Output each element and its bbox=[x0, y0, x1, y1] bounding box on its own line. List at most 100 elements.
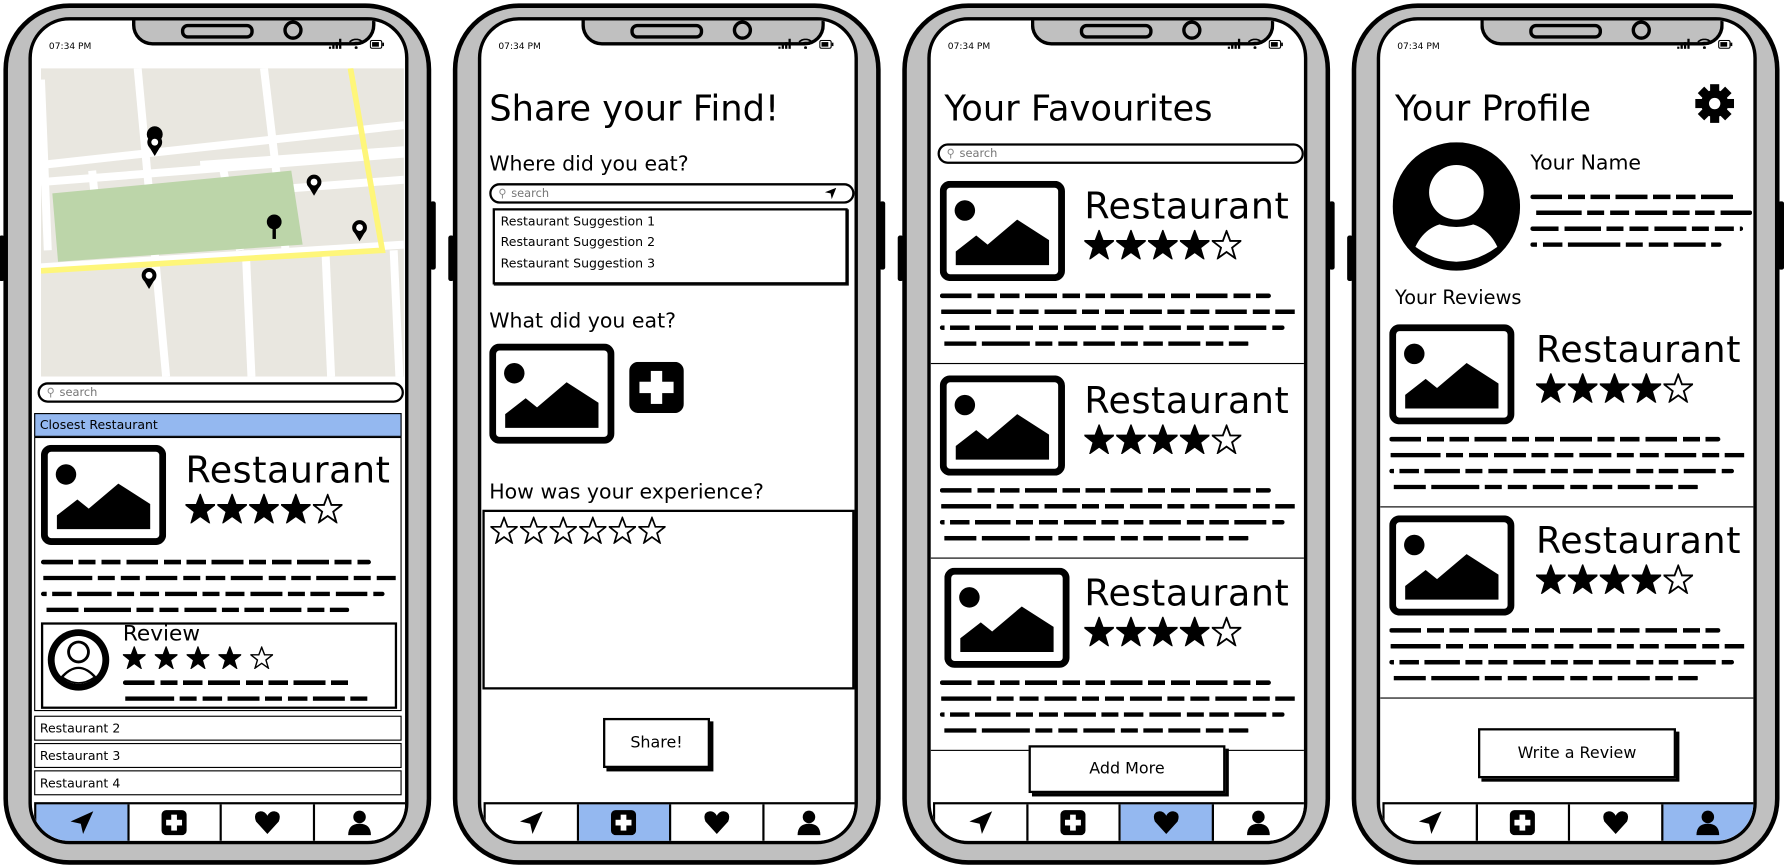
search-field[interactable] bbox=[511, 187, 813, 200]
description-text bbox=[939, 488, 1300, 552]
star-outline-icon[interactable] bbox=[490, 516, 518, 544]
scribble-line bbox=[1389, 659, 1735, 665]
star-filled-icon bbox=[1567, 373, 1598, 403]
scribble-line bbox=[1389, 468, 1735, 474]
tab-navigate[interactable] bbox=[485, 804, 579, 841]
tab-favourites[interactable] bbox=[1120, 804, 1214, 841]
restaurant-name: Restaurant bbox=[1084, 571, 1290, 615]
scribble-line bbox=[40, 591, 386, 597]
reviews-label: Your Reviews bbox=[1394, 286, 1522, 310]
tab-add[interactable] bbox=[1028, 804, 1121, 841]
person-icon bbox=[1696, 810, 1720, 836]
list-item[interactable]: Restaurant 2 bbox=[34, 715, 402, 741]
star-outline-icon[interactable] bbox=[549, 516, 577, 544]
add-more-button[interactable]: Add More bbox=[1028, 745, 1226, 794]
search-field[interactable] bbox=[959, 147, 1262, 160]
star-filled-icon bbox=[281, 493, 311, 524]
scribble-line bbox=[1530, 210, 1753, 216]
tab-favourites[interactable] bbox=[1570, 804, 1663, 841]
heart-icon bbox=[1153, 811, 1179, 835]
tab-add[interactable] bbox=[578, 804, 672, 841]
list-item[interactable]: Restaurant 4 bbox=[34, 770, 402, 796]
divider bbox=[930, 362, 1304, 365]
person-icon bbox=[348, 810, 372, 836]
star-outline-icon[interactable] bbox=[579, 516, 607, 544]
star-filled-icon bbox=[186, 646, 210, 670]
tab-bar bbox=[483, 802, 855, 841]
navigation-arrow-icon bbox=[519, 811, 543, 835]
scribble-line bbox=[939, 488, 1271, 493]
star-outline-icon[interactable] bbox=[638, 516, 666, 544]
restaurant-name: Restaurant bbox=[185, 448, 391, 492]
tab-favourites[interactable] bbox=[671, 804, 765, 841]
user-name: Your Name bbox=[1530, 151, 1642, 176]
rating-stars bbox=[185, 493, 343, 524]
star-outline-icon[interactable] bbox=[519, 516, 548, 544]
scribble-line bbox=[939, 535, 1250, 541]
map-view[interactable] bbox=[40, 68, 404, 377]
star-filled-icon bbox=[1179, 616, 1210, 647]
status-icons bbox=[1227, 38, 1284, 49]
tab-add[interactable] bbox=[129, 804, 222, 841]
scribble-line bbox=[1530, 242, 1722, 247]
phone-map-screen: 07:34 PM ⚲ search Closest Restaurant Res… bbox=[0, 3, 436, 865]
gear-icon[interactable] bbox=[1694, 83, 1735, 124]
star-outline-icon bbox=[1663, 564, 1694, 594]
restaurant-search-input[interactable]: ⚲ bbox=[489, 183, 855, 204]
status-icons bbox=[1677, 38, 1733, 49]
search-input[interactable]: ⚲ bbox=[937, 143, 1304, 164]
tab-navigate[interactable] bbox=[935, 804, 1029, 841]
search-icon: ⚲ bbox=[46, 386, 55, 399]
tab-profile[interactable] bbox=[314, 804, 406, 841]
tab-favourites[interactable] bbox=[221, 804, 315, 841]
rating-input[interactable] bbox=[490, 516, 666, 544]
scribble-line bbox=[1389, 484, 1699, 490]
suggestion-item[interactable]: Restaurant Suggestion 1 bbox=[501, 214, 655, 229]
suggestion-item[interactable]: Restaurant Suggestion 3 bbox=[501, 256, 655, 271]
image-placeholder-icon[interactable] bbox=[489, 343, 615, 444]
search-field[interactable] bbox=[59, 386, 362, 399]
scribble-line bbox=[1389, 452, 1749, 458]
plus-square-icon bbox=[1060, 810, 1086, 836]
star-filled-icon bbox=[249, 493, 279, 524]
list-item[interactable]: Restaurant 3 bbox=[34, 742, 402, 769]
restaurant-name: Restaurant bbox=[1084, 378, 1290, 423]
add-photo-button[interactable] bbox=[629, 361, 684, 414]
status-time: 07:34 PM bbox=[1397, 40, 1440, 52]
star-outline-icon bbox=[250, 646, 274, 670]
image-placeholder-icon bbox=[1389, 515, 1515, 616]
battery-icon bbox=[1268, 39, 1283, 49]
write-review-button[interactable]: Write a Review bbox=[1478, 728, 1676, 779]
tab-profile[interactable] bbox=[1213, 804, 1304, 841]
divider bbox=[1380, 697, 1754, 699]
tab-profile[interactable] bbox=[1662, 804, 1754, 841]
description-text bbox=[1389, 628, 1749, 692]
star-filled-icon bbox=[1567, 564, 1598, 594]
scribble-line bbox=[122, 680, 352, 685]
search-input[interactable]: ⚲ bbox=[37, 382, 404, 403]
navigation-arrow-icon bbox=[1418, 811, 1442, 835]
star-outline-icon bbox=[1211, 616, 1242, 647]
rating-stars bbox=[1084, 424, 1242, 454]
status-icons bbox=[778, 38, 834, 49]
closest-restaurant-header: Closest Restaurant bbox=[34, 413, 402, 437]
battery-icon bbox=[1718, 39, 1733, 49]
star-filled-icon bbox=[1536, 564, 1566, 594]
tab-profile[interactable] bbox=[764, 804, 855, 841]
scribble-line bbox=[1389, 436, 1721, 442]
status-time: 07:34 PM bbox=[498, 40, 541, 52]
star-filled-icon bbox=[1116, 424, 1146, 454]
scribble-line bbox=[939, 325, 1285, 330]
star-filled-icon bbox=[218, 646, 242, 670]
star-outline-icon[interactable] bbox=[608, 516, 637, 544]
tab-navigate[interactable] bbox=[36, 804, 130, 841]
share-button[interactable]: Share! bbox=[603, 717, 710, 769]
scribble-line bbox=[939, 519, 1285, 525]
tab-navigate[interactable] bbox=[1384, 804, 1478, 841]
search-icon: ⚲ bbox=[946, 147, 955, 160]
location-arrow-icon[interactable] bbox=[824, 187, 837, 200]
star-filled-icon bbox=[1536, 373, 1566, 403]
tab-add[interactable] bbox=[1477, 804, 1571, 841]
profile-avatar-icon[interactable] bbox=[1392, 142, 1521, 271]
suggestion-item[interactable]: Restaurant Suggestion 2 bbox=[501, 234, 655, 249]
